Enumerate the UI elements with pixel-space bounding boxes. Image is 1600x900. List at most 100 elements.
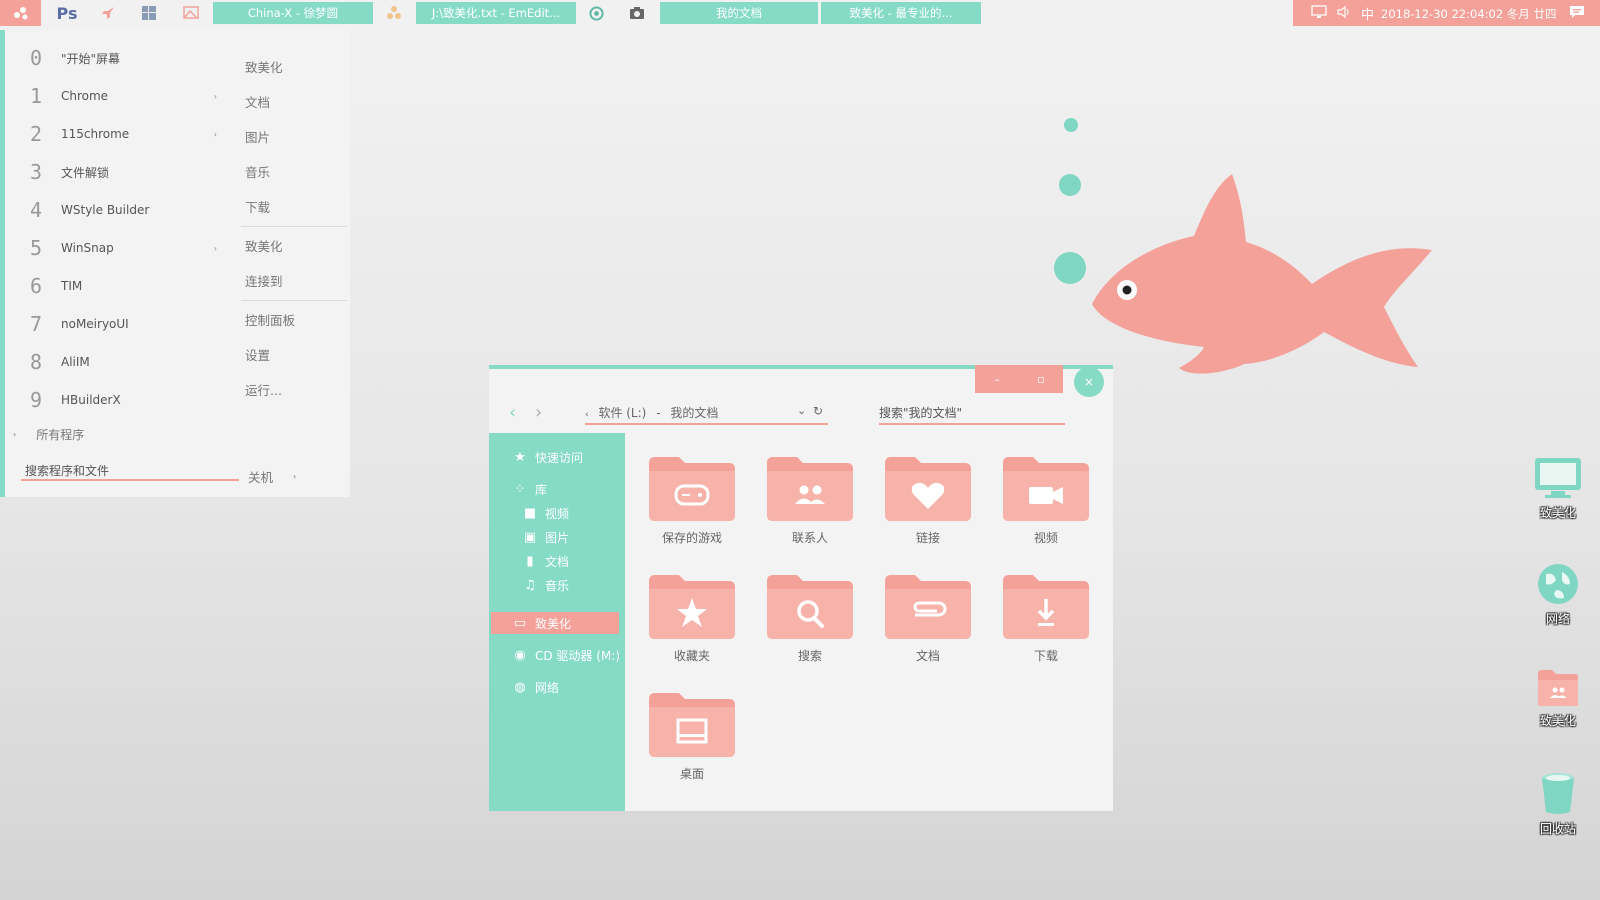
search-underline [879, 423, 1065, 425]
bubble-small [1064, 118, 1078, 132]
start-menu-item-chrome[interactable]: 1 Chrome › [25, 81, 225, 111]
chevron-right-icon[interactable]: › [293, 472, 296, 481]
nav-music[interactable]: ♫ 音乐 [521, 575, 569, 595]
heart-icon [885, 457, 971, 521]
navigation-pane: ★ 快速访问 ⁘ 库 ■ 视频 ▣ 图片 ▮ 文档 ♫ 音乐 ▭ 致美化 ◉ CD 驱动器 (M… [489, 433, 625, 811]
photoshop-icon[interactable]: Ps [55, 3, 79, 23]
taskbar-task-emeditor[interactable]: J:\致美化.txt - EmEdit... [416, 2, 576, 24]
desktop-icon [649, 693, 735, 757]
desktop-icon-user-folder[interactable]: 致美化 [1528, 668, 1588, 729]
start-menu-item-file-unlock[interactable]: 3 文件解锁 [25, 157, 225, 187]
folder-contacts[interactable]: 联系人 [765, 455, 855, 555]
camera-icon[interactable] [625, 3, 649, 23]
start-menu-item-nomeiryoui[interactable]: 7 noMeiryoUI [25, 309, 225, 339]
folder-favorites[interactable]: 收藏夹 [647, 573, 737, 673]
taskbar-task-music[interactable]: China-X - 徐梦圆 [213, 2, 373, 24]
gamepad-icon [649, 457, 735, 521]
paperclip-icon [885, 575, 971, 639]
start-right-control-panel[interactable]: 控制面板 [245, 310, 295, 329]
nav-this-pc[interactable]: ▭ 致美化 [511, 613, 571, 633]
desktop-icon-recycle-bin[interactable]: 回收站 [1528, 770, 1588, 837]
start-right-documents[interactable]: 文档 [245, 92, 270, 111]
notification-icon[interactable] [1569, 5, 1585, 22]
maximize-button[interactable]: ▫ [1019, 365, 1063, 393]
music-note-icon: ♫ [524, 577, 536, 593]
monitor-icon [1535, 458, 1581, 498]
image-icon[interactable] [179, 3, 203, 23]
nav-network[interactable]: ◍ 网络 [511, 677, 559, 697]
address-separator: - [656, 406, 661, 420]
folder-videos[interactable]: 视频 [1001, 455, 1091, 555]
folder-links[interactable]: 链接 [883, 455, 973, 555]
monitor-tray-icon[interactable] [1311, 5, 1327, 22]
chevron-right-icon: › [13, 430, 17, 439]
contacts-icon [767, 457, 853, 521]
recycle-bin-icon [1542, 773, 1574, 814]
nav-pictures[interactable]: ▣ 图片 [521, 527, 569, 547]
address-bar[interactable]: ‹ 软件 (L:) - 我的文档 ⌄ ↻ [585, 404, 828, 420]
start-right-user-folder[interactable]: 致美化 [245, 57, 283, 76]
globe-icon: ◍ [514, 679, 526, 695]
start-search-underline [21, 479, 239, 481]
taskbar-task-browser[interactable]: 致美化 - 最专业的... [821, 2, 981, 24]
start-button[interactable] [0, 0, 41, 26]
start-menu-item-aliim[interactable]: 8 AliIM [25, 347, 225, 377]
chrome-icon[interactable] [584, 3, 608, 23]
address-folder[interactable]: 我的文档 [670, 406, 718, 420]
folder-downloads[interactable]: 下载 [1001, 573, 1091, 673]
start-right-divider [241, 300, 347, 301]
search-input[interactable]: 搜索"我的文档" [879, 404, 1065, 421]
windows-icon[interactable] [137, 3, 161, 23]
start-right-computer[interactable]: 致美化 [245, 236, 283, 255]
radiation-icon[interactable] [382, 3, 406, 23]
desktop-icon-network[interactable]: 网络 [1528, 562, 1588, 627]
magnifier-icon [767, 575, 853, 639]
close-button[interactable]: × [1074, 367, 1104, 397]
start-right-pictures[interactable]: 图片 [245, 127, 270, 146]
folder-saved-games[interactable]: 保存的游戏 [647, 455, 737, 555]
start-menu-item-hbuilderx[interactable]: 9 HBuilderX [25, 385, 225, 415]
video-icon: ■ [523, 505, 537, 521]
clock[interactable]: 2018-12-30 22:04:02 冬月 廿四 [1381, 6, 1556, 22]
start-menu-item-start-screen[interactable]: 0 "开始"屏幕 [25, 43, 225, 73]
nav-cd-drive[interactable]: ◉ CD 驱动器 (M:) [511, 645, 620, 665]
start-menu-item-wstyle-builder[interactable]: 4 WStyle Builder [25, 195, 225, 225]
flower-icon [13, 7, 27, 20]
video-camera-icon [1003, 457, 1089, 521]
folder-searches[interactable]: 搜索 [765, 573, 855, 673]
nav-quick-access[interactable]: ★ 快速访问 [511, 447, 583, 467]
folder-documents[interactable]: 文档 [883, 573, 973, 673]
start-right-connect-to[interactable]: 连接到 [245, 271, 283, 290]
chevron-left-icon[interactable]: ‹ [585, 410, 589, 420]
start-menu-item-tim[interactable]: 6 TIM [25, 271, 225, 301]
start-right-music[interactable]: 音乐 [245, 162, 270, 181]
bubble-medium [1059, 174, 1081, 196]
start-right-settings[interactable]: 设置 [245, 345, 270, 364]
download-icon [1003, 575, 1089, 639]
input-method-indicator[interactable]: 中 [1361, 4, 1374, 23]
chevron-down-icon[interactable]: ⌄ [797, 404, 806, 417]
nav-library[interactable]: ⁘ 库 [511, 479, 547, 499]
back-arrow-icon[interactable]: ‹ [509, 402, 516, 423]
start-search-input[interactable]: 搜索程序和文件 [25, 462, 235, 479]
start-right-downloads[interactable]: 下载 [245, 197, 270, 216]
taskbar-task-documents[interactable]: 我的文档 [660, 2, 818, 24]
start-right-divider [241, 226, 347, 227]
rocket-icon[interactable] [96, 3, 120, 23]
taskbar: Ps China-X - 徐梦圆 J:\致美化.txt - EmEdit... … [0, 0, 1600, 26]
all-programs-button[interactable]: › 所有程序 [13, 426, 84, 443]
forward-arrow-icon[interactable]: › [535, 402, 542, 423]
volume-icon[interactable] [1336, 5, 1352, 22]
minimize-button[interactable]: – [975, 365, 1019, 393]
nav-videos[interactable]: ■ 视频 [521, 503, 569, 523]
address-drive[interactable]: 软件 (L:) [598, 406, 646, 420]
grid-icon: ⁘ [514, 481, 526, 497]
refresh-icon[interactable]: ↻ [813, 404, 823, 418]
start-menu-item-115chrome[interactable]: 2 115chrome › [25, 119, 225, 149]
folder-desktop[interactable]: 桌面 [647, 691, 737, 791]
desktop-icon-computer[interactable]: 致美化 [1528, 456, 1588, 521]
start-right-run[interactable]: 运行... [245, 380, 282, 399]
start-menu-item-winsnap[interactable]: 5 WinSnap › [25, 233, 225, 263]
nav-documents[interactable]: ▮ 文档 [521, 551, 569, 571]
shutdown-button[interactable]: 关机 › [248, 467, 296, 486]
